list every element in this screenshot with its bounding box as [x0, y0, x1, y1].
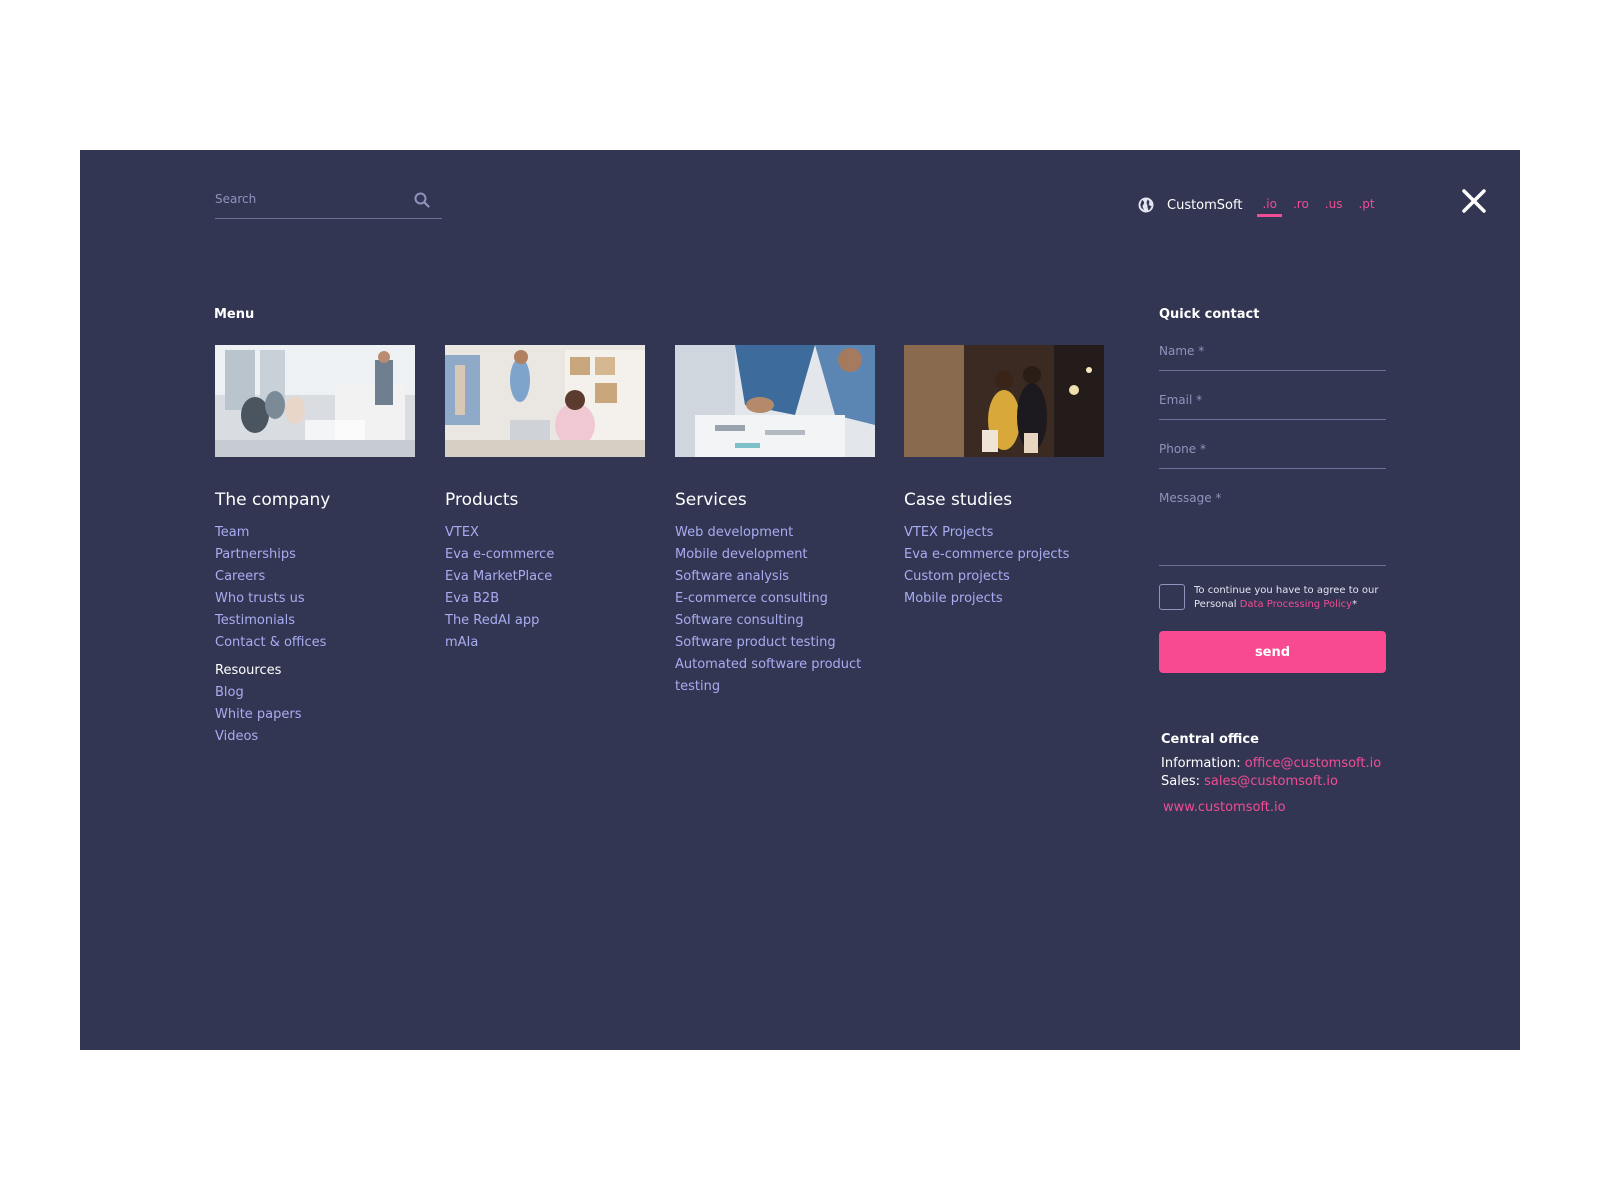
case-studies-image[interactable]	[904, 345, 1104, 457]
website-link[interactable]: www.customsoft.io	[1161, 800, 1401, 815]
menu-column-case-studies: Case studies VTEX Projects Eva e-commerc…	[904, 345, 1104, 610]
menu-link-automated-testing[interactable]: Automated software product	[675, 654, 875, 676]
company-heading: The company	[215, 490, 331, 510]
search-box	[215, 190, 442, 219]
products-heading: Products	[445, 490, 519, 510]
case-studies-heading: Case studies	[904, 490, 1013, 510]
menu-link-team[interactable]: Team	[215, 522, 415, 544]
menu-link-testimonials[interactable]: Testimonials	[215, 610, 415, 632]
language-switcher: CustomSoft .io .ro .us .pt	[1138, 193, 1391, 217]
services-image[interactable]	[675, 345, 875, 457]
resources-heading: Resources	[215, 663, 282, 678]
policy-agreement: To continue you have to agree to our Per…	[1159, 584, 1386, 612]
products-image[interactable]	[445, 345, 645, 457]
menu-link-vtex-projects[interactable]: VTEX Projects	[904, 522, 1104, 544]
send-button[interactable]: send	[1159, 631, 1386, 673]
phone-field-wrapper	[1159, 440, 1386, 469]
menu-link-software-product-testing[interactable]: Software product testing	[675, 632, 875, 654]
menu-link-software-analysis[interactable]: Software analysis	[675, 566, 875, 588]
domain-pt[interactable]: .pt	[1358, 197, 1374, 213]
info-label: Information:	[1161, 756, 1241, 771]
sales-line: Sales: sales@customsoft.io	[1161, 773, 1401, 791]
menu-link-eva-ecommerce-projects[interactable]: Eva e-commerce projects	[904, 544, 1104, 566]
menu-link-web-development[interactable]: Web development	[675, 522, 875, 544]
menu-link-contact-offices[interactable]: Contact & offices	[215, 632, 415, 654]
message-field-wrapper	[1159, 489, 1386, 566]
central-office: Central office Information: office@custo…	[1161, 732, 1401, 815]
domain-ro[interactable]: .ro	[1293, 197, 1309, 213]
menu-link-mobile-projects[interactable]: Mobile projects	[904, 588, 1104, 610]
services-heading: Services	[675, 490, 747, 510]
quick-contact-form: Quick contact To continue you have to ag…	[1159, 307, 1386, 673]
email-field[interactable]	[1159, 393, 1386, 407]
menu-column-company: The company Team Partnerships Careers Wh…	[215, 345, 415, 748]
menu-link-careers[interactable]: Careers	[215, 566, 415, 588]
company-image[interactable]	[215, 345, 415, 457]
menu-title: Menu	[214, 307, 255, 322]
menu-link-vtex[interactable]: VTEX	[445, 522, 645, 544]
search-input[interactable]	[215, 192, 405, 206]
close-icon[interactable]	[1461, 188, 1487, 214]
sales-label: Sales:	[1161, 774, 1200, 789]
menu-column-products: Products VTEX Eva e-commerce Eva MarketP…	[445, 345, 645, 654]
quick-contact-title: Quick contact	[1159, 307, 1260, 322]
menu-link-partnerships[interactable]: Partnerships	[215, 544, 415, 566]
policy-link[interactable]: Data Processing Policy	[1240, 599, 1352, 610]
menu-link-white-papers[interactable]: White papers	[215, 704, 415, 726]
domain-us[interactable]: .us	[1325, 197, 1343, 213]
menu-link-mobile-development[interactable]: Mobile development	[675, 544, 875, 566]
menu-link-software-consulting[interactable]: Software consulting	[675, 610, 875, 632]
email-field-wrapper	[1159, 391, 1386, 420]
policy-checkbox[interactable]	[1159, 584, 1185, 610]
menu-link-who-trusts-us[interactable]: Who trusts us	[215, 588, 415, 610]
name-field[interactable]	[1159, 344, 1386, 358]
info-line: Information: office@customsoft.io	[1161, 755, 1401, 773]
search-icon[interactable]	[414, 192, 430, 208]
menu-link-custom-projects[interactable]: Custom projects	[904, 566, 1104, 588]
menu-link-ecommerce-consulting[interactable]: E-commerce consulting	[675, 588, 875, 610]
menu-column-services: Services Web development Mobile developm…	[675, 345, 875, 698]
info-email-link[interactable]: office@customsoft.io	[1245, 756, 1381, 771]
menu-link-blog[interactable]: Blog	[215, 682, 415, 704]
name-field-wrapper	[1159, 342, 1386, 371]
central-office-title: Central office	[1161, 732, 1259, 747]
phone-field[interactable]	[1159, 442, 1386, 456]
brand-label: CustomSoft	[1167, 197, 1243, 213]
menu-overlay: CustomSoft .io .ro .us .pt Menu The comp…	[80, 150, 1520, 1050]
domain-io[interactable]: .io	[1257, 197, 1282, 217]
menu-link-maia[interactable]: mAIa	[445, 632, 645, 654]
policy-text: To continue you have to agree to our Per…	[1194, 584, 1386, 612]
sales-email-link[interactable]: sales@customsoft.io	[1204, 774, 1338, 789]
message-field[interactable]	[1159, 491, 1386, 547]
menu-link-eva-b2b[interactable]: Eva B2B	[445, 588, 645, 610]
menu-link-automated-testing-cont[interactable]: testing	[675, 676, 875, 698]
menu-link-redai-app[interactable]: The RedAI app	[445, 610, 645, 632]
menu-link-videos[interactable]: Videos	[215, 726, 415, 748]
globe-icon	[1138, 197, 1154, 213]
policy-asterisk: *	[1352, 599, 1358, 610]
menu-link-eva-marketplace[interactable]: Eva MarketPlace	[445, 566, 645, 588]
menu-link-eva-ecommerce[interactable]: Eva e-commerce	[445, 544, 645, 566]
